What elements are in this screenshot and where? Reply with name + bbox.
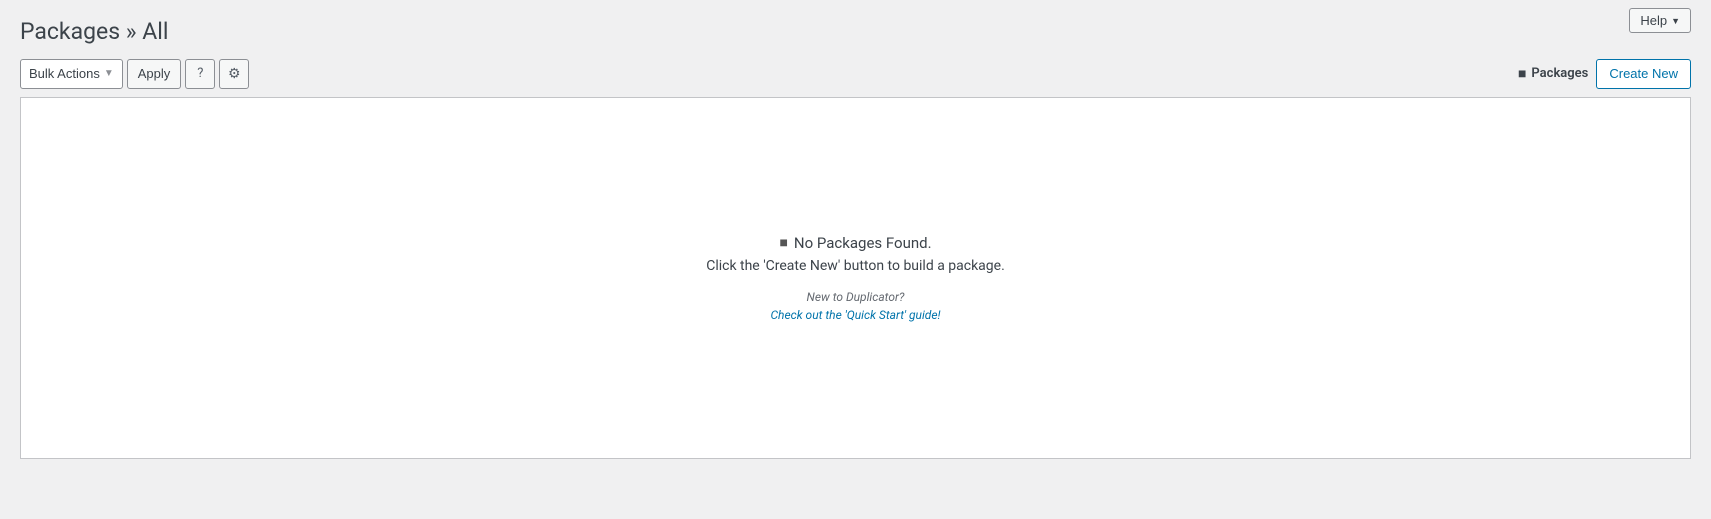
- bottom-spacer: [0, 459, 1711, 475]
- quick-start-link[interactable]: Check out the 'Quick Start' guide!: [770, 308, 940, 322]
- help-chevron-icon: ▼: [1671, 16, 1680, 26]
- create-new-button[interactable]: Create New: [1596, 59, 1691, 89]
- apply-button[interactable]: Apply: [127, 59, 182, 89]
- packages-text: Packages: [1531, 66, 1588, 81]
- content-inner: ■ No Packages Found. Click the 'Create N…: [21, 98, 1690, 458]
- page-wrapper: Help ▼ Packages » All Bulk Actions ▼ App…: [0, 0, 1711, 519]
- bulk-actions-select: Bulk Actions ▼: [20, 59, 123, 89]
- bulk-actions-label: Bulk Actions: [29, 66, 100, 81]
- packages-icon: ■: [1518, 65, 1526, 82]
- help-label: Help: [1640, 13, 1667, 28]
- chevron-down-icon: ▼: [104, 68, 114, 79]
- page-header: Packages » All: [0, 0, 1711, 51]
- empty-title: ■ No Packages Found.: [779, 234, 931, 252]
- page-title: Packages » All: [20, 8, 1691, 51]
- empty-state: ■ No Packages Found. Click the 'Create N…: [686, 154, 1025, 402]
- question-icon: ?: [197, 66, 203, 81]
- packages-nav-label: ■ Packages: [1518, 65, 1588, 82]
- gear-icon: ⚙: [228, 66, 241, 82]
- toolbar: Bulk Actions ▼ Apply ? ⚙ ■ Packages: [0, 51, 1711, 97]
- toolbar-right: ■ Packages Create New: [1518, 59, 1691, 89]
- empty-packages-icon: ■: [779, 234, 787, 251]
- help-button[interactable]: Help ▼: [1629, 8, 1691, 33]
- question-icon-button[interactable]: ?: [185, 59, 215, 89]
- content-area: ■ No Packages Found. Click the 'Create N…: [20, 97, 1691, 459]
- new-to-duplicator-text: New to Duplicator?: [807, 290, 905, 304]
- bulk-actions-button[interactable]: Bulk Actions ▼: [20, 59, 123, 89]
- gear-icon-button[interactable]: ⚙: [219, 59, 249, 89]
- toolbar-left: Bulk Actions ▼ Apply ? ⚙: [20, 59, 249, 89]
- empty-subtitle: Click the 'Create New' button to build a…: [706, 258, 1005, 274]
